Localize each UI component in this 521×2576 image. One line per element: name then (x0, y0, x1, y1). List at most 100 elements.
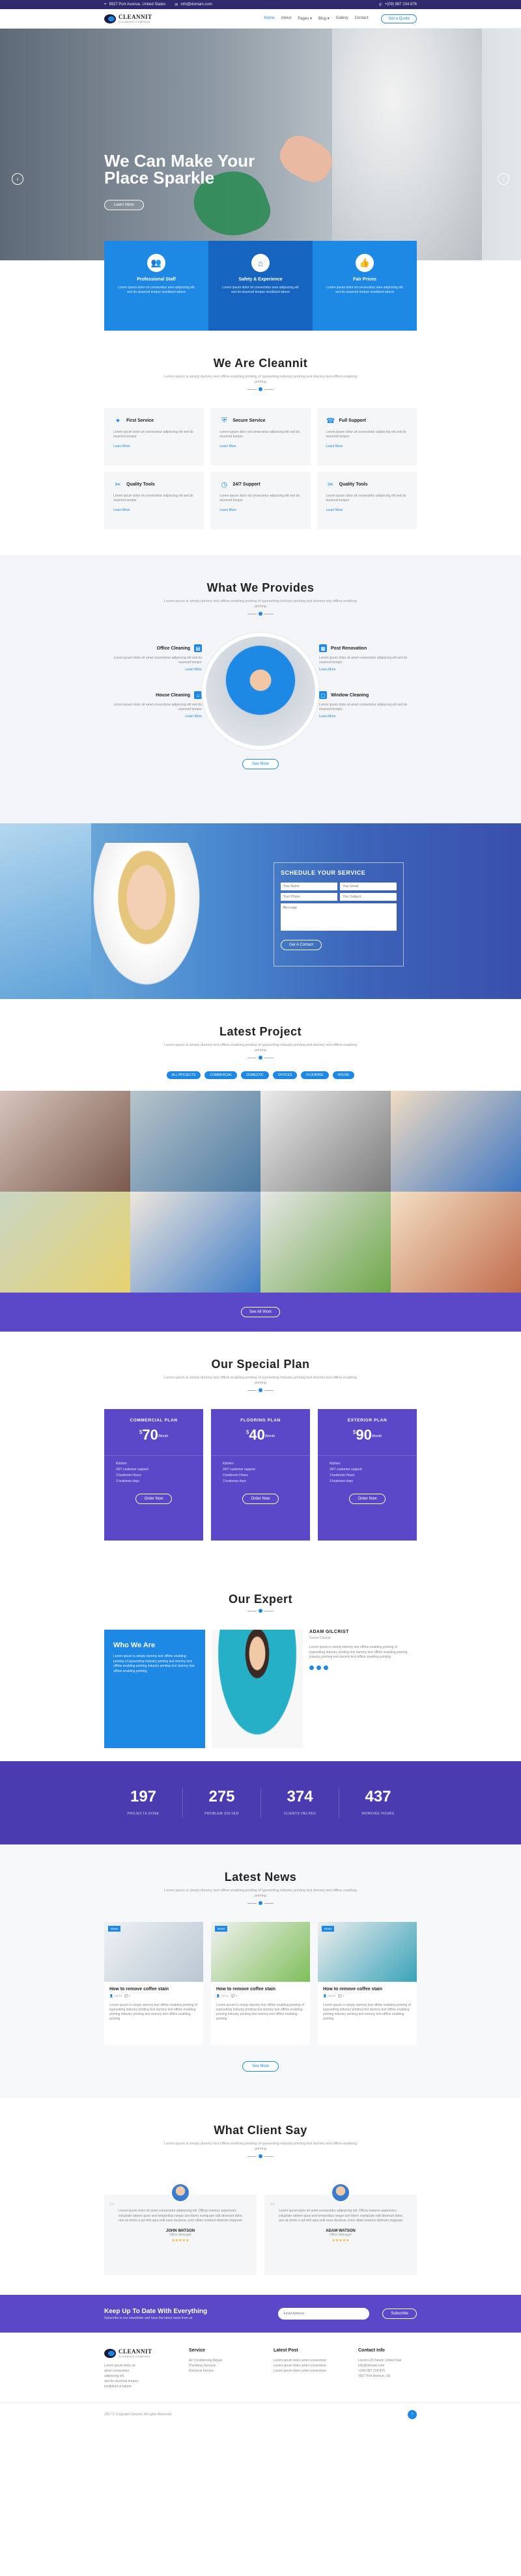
expert-section: Our Expert Who We Are Lorem ipsum is sim… (0, 1567, 521, 1761)
learn-more-link[interactable]: Learn More (319, 715, 417, 719)
project-image[interactable] (391, 1091, 521, 1192)
section-subtitle: Lorem ipsum is simply dummy text offline… (164, 1889, 357, 1898)
newsletter-bar: Keep Up To Date With Everything Subscrib… (0, 2295, 521, 2333)
logo-mark (104, 2348, 116, 2358)
facebook-icon[interactable] (309, 1665, 314, 1670)
title-divider (0, 1901, 521, 1905)
phone-item[interactable]: ✆ +(09) 987 234 876 (379, 3, 417, 7)
copyright-text: 2017 © Copyright Cleannit. All rights Re… (104, 2412, 173, 2417)
learn-more-link[interactable]: Learn More (326, 508, 408, 512)
slider-prev-arrow[interactable]: ‹ (12, 173, 23, 185)
filter-domestic[interactable]: DOMESTIC (241, 1071, 269, 1079)
learn-more-link[interactable]: Learn More (113, 508, 195, 512)
news-image: News (104, 1922, 203, 1982)
section-title: What Client Say (214, 2124, 307, 2137)
avatar (331, 2183, 350, 2202)
project-image[interactable] (130, 1091, 260, 1192)
nav-blog[interactable]: Blog ▾ (318, 16, 330, 21)
project-image[interactable] (391, 1192, 521, 1293)
clock-icon: ◷ (221, 480, 228, 489)
email-field[interactable] (340, 883, 397, 890)
title-divider (0, 1609, 521, 1613)
hero-learn-more-button[interactable]: Learn More (104, 200, 144, 210)
renovation-icon: ▦ (319, 644, 327, 652)
project-image[interactable] (0, 1091, 130, 1192)
learn-more-link[interactable]: Learn More (219, 445, 301, 448)
expert-photo (212, 1630, 303, 1748)
learn-more-link[interactable]: Learn More (104, 715, 202, 719)
get-quote-button[interactable]: Get a Quote (381, 14, 417, 23)
footer-post-link[interactable]: Lorem ipsum dolor amet consectetur (274, 2368, 332, 2374)
order-now-button[interactable]: Order Now (242, 1494, 279, 1504)
service-grid: ✦ First Service Lorem ipsum dolor sit cons… (104, 408, 417, 529)
message-field[interactable] (281, 903, 397, 931)
subject-field[interactable] (340, 893, 397, 901)
order-now-button[interactable]: Order Now (349, 1494, 386, 1504)
project-image[interactable] (260, 1192, 391, 1293)
user-icon: 👤 (216, 1994, 220, 1997)
learn-more-link[interactable]: Learn More (326, 445, 408, 448)
nav-gallery[interactable]: Gallery (336, 16, 348, 21)
footer-post-link[interactable]: Lorem ipsum dolor amet consectetur (274, 2358, 332, 2363)
phone-field[interactable] (281, 893, 337, 901)
pricing-section: Our Special Plan Lorem ipsum is simply d… (0, 1332, 521, 1567)
news-card[interactable]: News How to remove coffee stain 👤 Admin 💬… (104, 1922, 203, 2046)
twitter-icon[interactable] (317, 1665, 321, 1670)
news-see-more-button[interactable]: See More (242, 2061, 279, 2072)
learn-more-link[interactable]: Learn More (104, 668, 202, 672)
project-image[interactable] (260, 1091, 391, 1192)
avatar (171, 2183, 190, 2202)
section-subtitle: Lorem ipsum is simply dummy text offline… (164, 1376, 357, 1385)
name-field[interactable] (281, 883, 337, 890)
footer-service-title: Service (189, 2348, 205, 2353)
project-image[interactable] (0, 1192, 130, 1293)
vimeo-icon[interactable] (324, 1665, 328, 1670)
plan-price: $90/Month (352, 1427, 382, 1443)
footer-post-link[interactable]: Lorem ipsum dolor amet consectetur (274, 2363, 332, 2368)
see-more-button[interactable]: See More (242, 759, 279, 769)
scroll-top-button[interactable]: ↑ (408, 2409, 417, 2419)
nav-contact[interactable]: Contact (355, 16, 369, 21)
nav-about[interactable]: About (281, 16, 292, 21)
news-text: Lorem ipsum is simply dummy text offline… (109, 2003, 197, 2021)
news-card[interactable]: News How to remove coffee stain 👤 Admin 💬… (211, 1922, 310, 2046)
rating-stars: ★★★★★ (331, 2238, 350, 2243)
footer-contact-title: Contact Info (358, 2348, 385, 2353)
news-title[interactable]: How to remove coffee stain (109, 1987, 198, 1992)
news-title[interactable]: How to remove coffee stain (323, 1987, 412, 1992)
footer-logo[interactable]: CLEANNIT CLEANING COMPANY (104, 2348, 163, 2358)
logo[interactable]: CLEANNIT CLEANING COMPANY (104, 14, 152, 23)
logo-mark (104, 14, 116, 23)
user-icon: 👤 (109, 1994, 113, 1997)
filter-all[interactable]: ALL PROJECTS (166, 1071, 201, 1079)
see-all-work-button[interactable]: See All Work (240, 1307, 281, 1317)
nav-home[interactable]: Home (264, 16, 275, 21)
footer-link[interactable]: Electrical Service (189, 2368, 247, 2374)
news-title[interactable]: How to remove coffee stain (216, 1987, 305, 1992)
project-image[interactable] (130, 1192, 260, 1293)
learn-more-link[interactable]: Learn More (219, 508, 301, 512)
learn-more-link[interactable]: Learn More (319, 668, 417, 672)
schedule-form: SCHEDULE YOUR SERVICE Get A Contact (274, 862, 404, 966)
pricing-plan: COMMERCIAL PLAN $70/Month Kitchen 24/7 cu… (104, 1409, 203, 1541)
news-card[interactable]: News How to remove coffee stain 👤 Admin 💬… (318, 1922, 417, 2046)
users-icon: 👥 (147, 254, 165, 272)
footer-link[interactable]: Air Conditioning Repair (189, 2358, 247, 2363)
order-now-button[interactable]: Order Now (135, 1494, 172, 1504)
nav-pages[interactable]: Pages ▾ (298, 16, 312, 21)
filter-flooring[interactable]: FLOORING (301, 1071, 329, 1079)
filter-house[interactable]: HOUSE (332, 1071, 355, 1079)
subscribe-button[interactable]: Subscribe (382, 2309, 417, 2319)
email-item[interactable]: ✉ info@domain.com (175, 3, 212, 7)
learn-more-link[interactable]: Learn More (113, 445, 195, 448)
slider-next-arrow[interactable]: › (498, 173, 509, 185)
newsletter-title: Keep Up To Date With Everything (104, 2307, 208, 2315)
newsletter-email-input[interactable] (278, 2308, 370, 2320)
filter-offices[interactable]: OFFICES (272, 1071, 298, 1079)
shield-icon: ⛨ (221, 416, 227, 424)
news-badge: News (215, 1926, 228, 1932)
site-footer: CLEANNIT CLEANING COMPANY Lorem ipsum dol… (0, 2333, 521, 2402)
footer-link[interactable]: Plumbing Services (189, 2363, 247, 2368)
get-contact-button[interactable]: Get A Contact (281, 940, 322, 950)
filter-commercial[interactable]: COMMERCIAL (204, 1071, 238, 1079)
